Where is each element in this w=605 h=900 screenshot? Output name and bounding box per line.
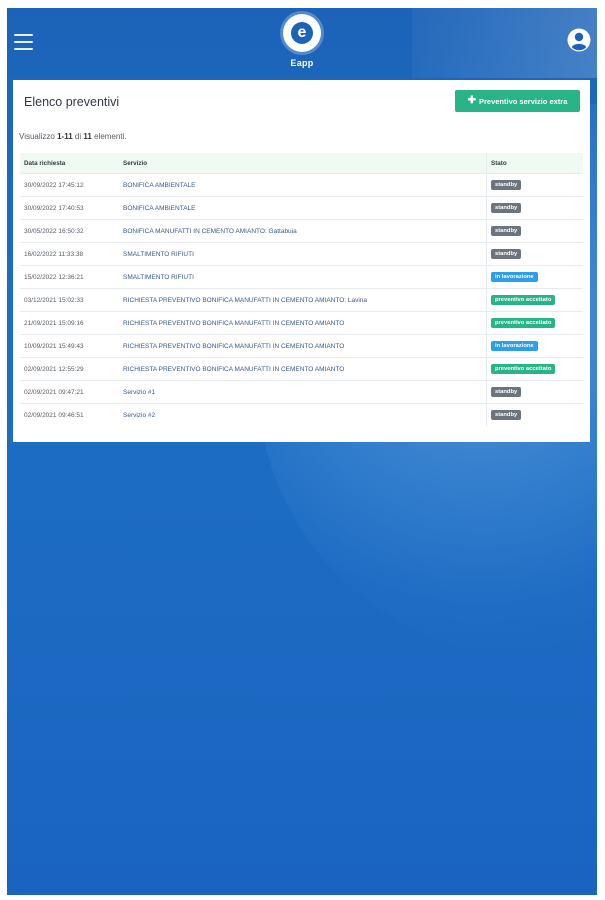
status-badge: preventivo accettato [491, 318, 556, 328]
service-link[interactable]: Servizio #1 [119, 380, 487, 404]
request-date: 30/05/2022 16:50:32 [20, 219, 119, 243]
column-header-service[interactable]: Servizio [119, 153, 487, 174]
column-header-status[interactable]: Stato [486, 153, 583, 174]
user-circle-icon[interactable] [567, 28, 591, 52]
table-row[interactable]: 02/09/2021 09:46:51 Servizio #2 standby [20, 403, 583, 426]
request-date: 02/09/2021 09:47:21 [20, 380, 119, 404]
results-summary: Visualizzo 1-11 di 11 elementi. [19, 132, 127, 141]
status-cell: preventivo accettato [486, 357, 583, 381]
status-cell: standby [486, 242, 583, 266]
service-link[interactable]: BONIFICA AMBIENTALE [119, 173, 487, 197]
status-badge: standby [491, 410, 522, 420]
table-row[interactable]: 15/02/2022 12:36:21 SMALTIMENTO RIFIUTI in… [20, 265, 583, 289]
request-date: 02/09/2021 09:46:51 [20, 403, 119, 426]
status-cell: preventivo accettato [486, 311, 583, 335]
service-link[interactable]: SMALTIMENTO RIFIUTI [119, 242, 487, 266]
status-badge: standby [491, 249, 522, 259]
service-link[interactable]: RICHIESTA PREVENTIVO BONIFICA MANUFATTI … [119, 334, 487, 358]
service-link[interactable]: BONIFICA AMBIENTALE [119, 196, 487, 220]
request-date: 15/02/2022 12:36:21 [20, 265, 119, 289]
table-header-row: Data richiesta Servizio Stato [20, 153, 583, 174]
service-link[interactable]: BONIFICA MANUFATTI IN CEMENTO AMIANTO: G… [119, 219, 487, 243]
status-cell: in lavorazione [486, 265, 583, 289]
status-badge: standby [491, 180, 522, 190]
status-badge: preventivo accettato [491, 364, 556, 374]
table-row[interactable]: 02/09/2021 12:55:29 RICHIESTA PREVENTIVO … [20, 357, 583, 381]
status-cell: standby [486, 403, 583, 426]
service-link[interactable]: RICHIESTA PREVENTIVO BONIFICA MANUFATTI … [119, 311, 487, 335]
service-link[interactable]: Servizio #2 [119, 403, 487, 426]
request-date: 16/02/2022 11:33:38 [20, 242, 119, 266]
status-cell: preventivo accettato [486, 288, 583, 312]
page-title: Elenco preventivi [24, 95, 120, 109]
status-badge: in lavorazione [491, 272, 538, 282]
service-link[interactable]: RICHIESTA PREVENTIVO BONIFICA MANUFATTI … [119, 357, 487, 381]
table-row[interactable]: 21/09/2021 15:09:16 RICHIESTA PREVENTIVO … [20, 311, 583, 335]
table-row[interactable]: 30/09/2022 17:45:12 BONIFICA AMBIENTALE st… [20, 173, 583, 197]
app-background: e Eapp Elenco preventivi ✚ Preventivo se… [7, 8, 597, 895]
table-row[interactable]: 30/05/2022 16:50:32 BONIFICA MANUFATTI IN… [20, 219, 583, 243]
request-date: 30/09/2022 17:45:12 [20, 173, 119, 197]
table-row[interactable]: 03/12/2021 15:02:33 RICHIESTA PREVENTIVO … [20, 288, 583, 312]
logo-icon: e [283, 14, 321, 52]
table-row[interactable]: 10/09/2021 15:49:43 RICHIESTA PREVENTIVO … [20, 334, 583, 358]
table-row[interactable]: 02/09/2021 09:47:21 Servizio #1 standby [20, 380, 583, 404]
request-date: 03/12/2021 15:02:33 [20, 288, 119, 312]
service-link[interactable]: SMALTIMENTO RIFIUTI [119, 265, 487, 289]
top-bar: e Eapp [7, 8, 597, 78]
status-badge: preventivo accettato [491, 295, 556, 305]
status-badge: in lavorazione [491, 341, 538, 351]
request-date: 21/09/2021 15:09:16 [20, 311, 119, 335]
add-extra-service-quote-button[interactable]: ✚ Preventivo servizio extra [455, 90, 580, 112]
table-row[interactable]: 16/02/2022 11:33:38 SMALTIMENTO RIFIUTI st… [20, 242, 583, 266]
status-cell: in lavorazione [486, 334, 583, 358]
status-badge: standby [491, 203, 522, 213]
request-date: 30/09/2022 17:40:53 [20, 196, 119, 220]
service-link[interactable]: RICHIESTA PREVENTIVO BONIFICA MANUFATTI … [119, 288, 487, 312]
quotes-table: Data richiesta Servizio Stato 30/09/2022… [20, 153, 583, 426]
request-date: 02/09/2021 12:55:29 [20, 357, 119, 381]
quotes-panel: Elenco preventivi ✚ Preventivo servizio … [13, 80, 590, 442]
add-extra-service-quote-label: Preventivo servizio extra [479, 96, 568, 106]
status-cell: standby [486, 380, 583, 404]
status-cell: standby [486, 173, 583, 197]
table-row[interactable]: 30/09/2022 17:40:53 BONIFICA AMBIENTALE st… [20, 196, 583, 220]
status-badge: standby [491, 226, 522, 236]
status-badge: standby [491, 387, 522, 397]
status-cell: standby [486, 196, 583, 220]
hamburger-menu-icon[interactable] [14, 34, 33, 50]
app-logo[interactable]: e Eapp [280, 14, 324, 76]
status-cell: standby [486, 219, 583, 243]
plus-icon: ✚ [467, 95, 476, 106]
request-date: 10/09/2021 15:49:43 [20, 334, 119, 358]
app-name: Eapp [290, 58, 314, 68]
column-header-date[interactable]: Data richiesta [20, 153, 119, 174]
